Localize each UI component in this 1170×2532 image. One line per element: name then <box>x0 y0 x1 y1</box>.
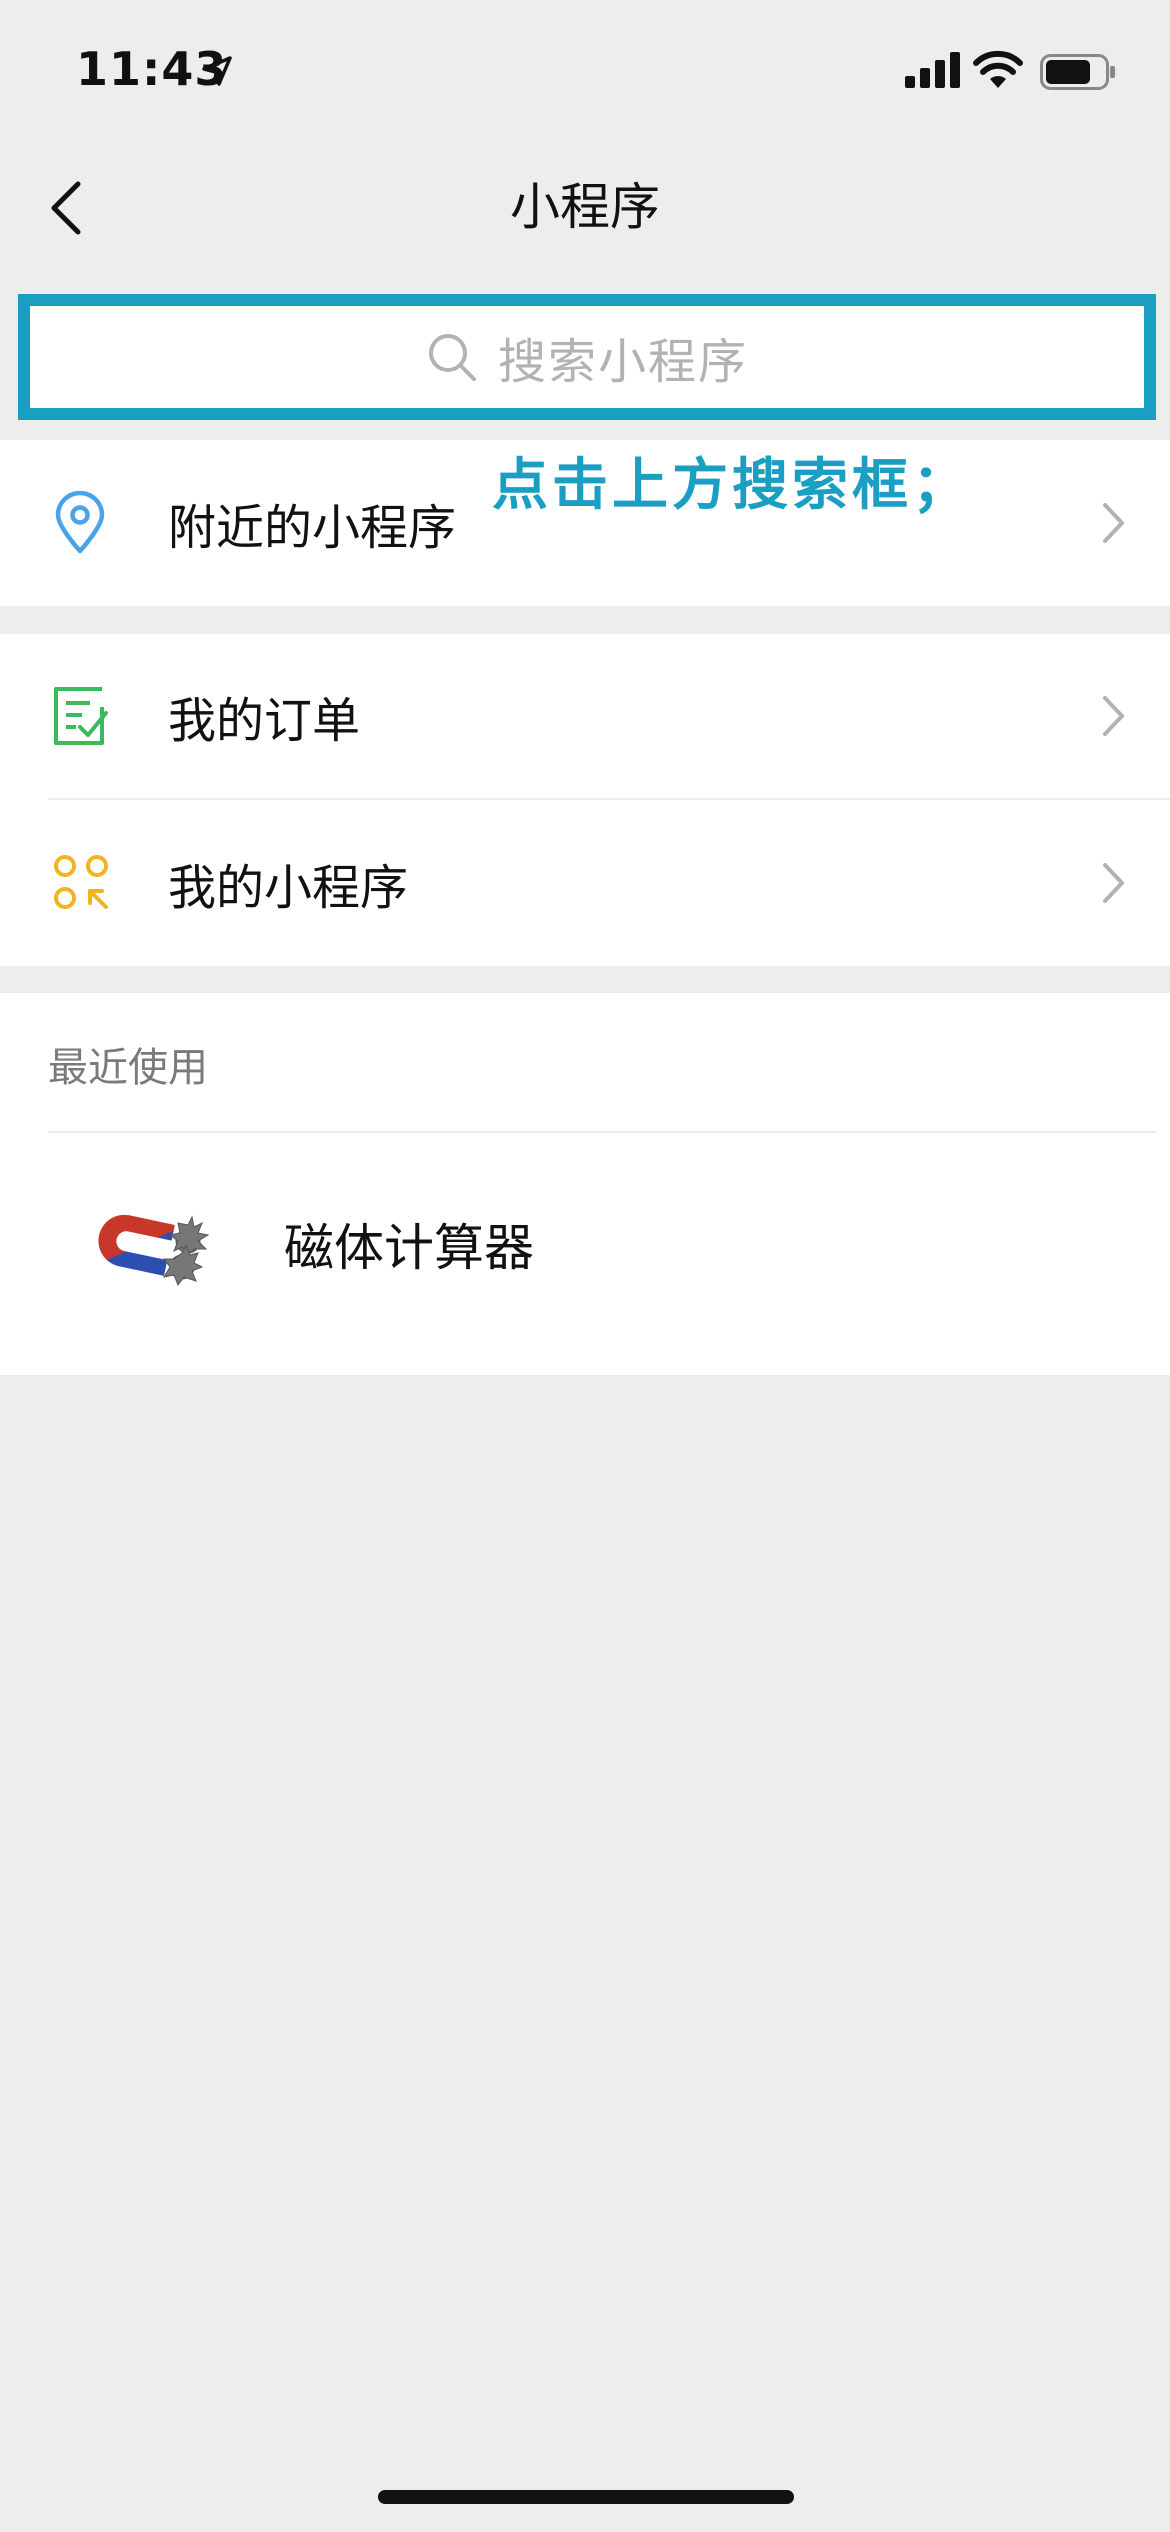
location-arrow-icon <box>202 56 232 86</box>
wifi-icon <box>973 50 1023 88</box>
order-list-icon <box>54 687 108 745</box>
chevron-right-icon <box>1103 503 1124 543</box>
annotation-text: 点击上方搜索框； <box>492 453 972 518</box>
chevron-right-icon <box>1103 863 1124 903</box>
menu-item-label: 我的订单 <box>168 693 361 749</box>
status-bar: 11:43 <box>0 0 1170 140</box>
search-input[interactable]: 搜索小程序 <box>30 306 1144 408</box>
menu-item-orders[interactable]: 我的订单 <box>0 634 1170 798</box>
cellular-signal-icon <box>905 52 960 88</box>
menu-item-label: 我的小程序 <box>168 860 409 916</box>
chevron-right-icon <box>1103 696 1124 736</box>
search-placeholder: 搜索小程序 <box>497 334 748 390</box>
menu-item-label: 附近的小程序 <box>168 500 457 556</box>
page-title: 小程序 <box>510 178 660 236</box>
recent-section-title: 最近使用 <box>48 1045 208 1091</box>
my-card: 我的订单 我的小程序 <box>0 634 1170 966</box>
menu-item-my-mini-programs[interactable]: 我的小程序 <box>0 800 1170 966</box>
recent-item[interactable]: 磁体计算器 <box>0 1133 1170 1375</box>
battery-icon <box>1040 54 1115 90</box>
mini-program-grid-icon <box>54 855 108 909</box>
location-pin-icon <box>55 491 105 554</box>
home-indicator[interactable] <box>378 2490 794 2504</box>
magnet-icon <box>98 1214 210 1287</box>
search-icon <box>428 334 476 381</box>
recent-item-name: 磁体计算器 <box>284 1219 534 1277</box>
